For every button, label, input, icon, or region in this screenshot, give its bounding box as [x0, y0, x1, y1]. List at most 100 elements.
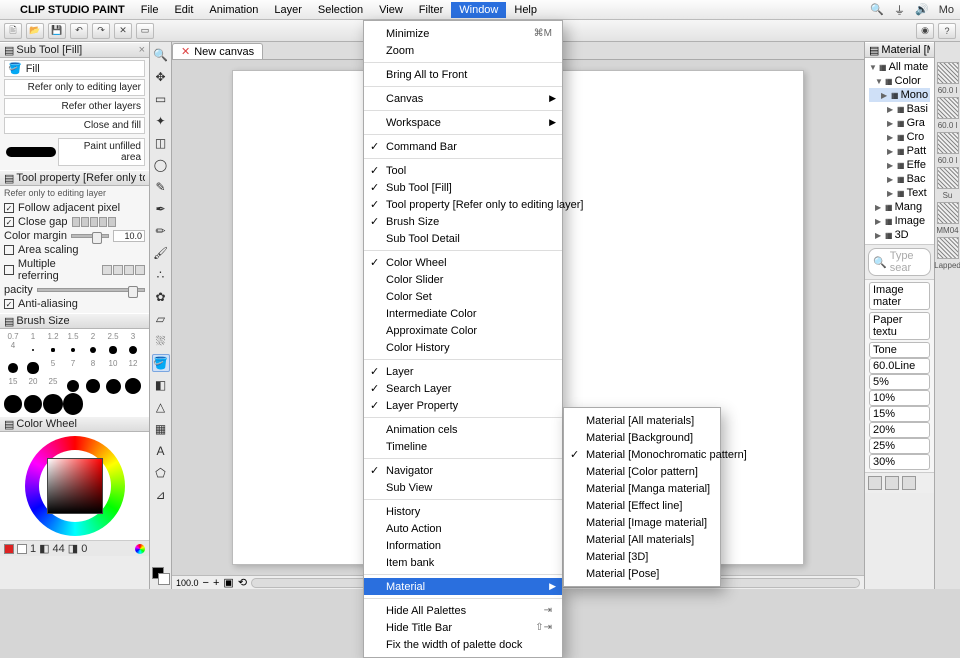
brush-size-cell[interactable] — [123, 377, 143, 395]
material-thumb[interactable] — [937, 97, 959, 119]
palette-icon[interactable]: ◨ — [68, 542, 78, 555]
tool-eraser-icon[interactable]: ▱ — [152, 310, 170, 328]
fill-option[interactable]: Refer other layers — [4, 98, 145, 115]
menu-item[interactable]: Material [3D] — [564, 548, 720, 565]
menu-item[interactable]: Material [Background] — [564, 429, 720, 446]
spotlight-icon[interactable]: 🔍 — [870, 3, 884, 16]
tag-chip[interactable]: Paper textu — [869, 312, 930, 340]
menubar-item-view[interactable]: View — [371, 2, 411, 18]
material-thumb[interactable] — [937, 167, 959, 189]
menu-item[interactable]: Color History — [364, 339, 562, 356]
menu-item[interactable]: Approximate Color — [364, 322, 562, 339]
brush-size-cell[interactable] — [123, 341, 143, 359]
tree-item[interactable]: ▶▦Image — [869, 214, 930, 228]
tree-item[interactable]: ▶▦Cro — [869, 130, 930, 144]
tb-help-icon[interactable]: ? — [938, 23, 956, 39]
tb-erase-icon[interactable]: ✕ — [114, 23, 132, 39]
tool-blend-icon[interactable]: ⛆ — [152, 332, 170, 350]
menu-item[interactable]: ✓Search Layer — [364, 380, 562, 397]
brush-size-cell[interactable] — [23, 341, 43, 359]
slider[interactable] — [71, 234, 109, 238]
material-thumb[interactable] — [937, 132, 959, 154]
menu-item[interactable]: Bring All to Front — [364, 66, 562, 83]
slider[interactable] — [37, 288, 145, 292]
tool-marquee-icon[interactable]: ◫ — [152, 134, 170, 152]
brush-size-grid[interactable]: 0.711.21.522.5345781012152025 — [0, 329, 149, 416]
tree-item[interactable]: ▶▦Gra — [869, 116, 930, 130]
checkbox[interactable] — [4, 245, 14, 255]
zoom-value[interactable]: 100.0 — [176, 578, 199, 588]
menu-icon[interactable]: ▤ — [4, 172, 14, 185]
menu-item[interactable]: Material [All materials] — [564, 531, 720, 548]
tool-frame-icon[interactable]: ▦ — [152, 420, 170, 438]
menu-item[interactable]: Color Slider — [364, 271, 562, 288]
volume-icon[interactable]: 🔊 — [915, 3, 929, 16]
disclosure-icon[interactable]: ▶ — [887, 105, 895, 114]
fg-bg-swatch[interactable] — [152, 567, 170, 585]
menu-icon[interactable]: ▤ — [869, 44, 879, 57]
menu-item[interactable]: ✓Brush Size — [364, 213, 562, 230]
tool-operation-icon[interactable]: ▭ — [152, 90, 170, 108]
menu-item[interactable]: Hide Title Bar⇧⇥ — [364, 619, 562, 636]
material-thumb[interactable] — [937, 62, 959, 84]
menubar-app[interactable]: CLIP STUDIO PAINT — [12, 2, 133, 18]
disclosure-icon[interactable]: ▶ — [887, 119, 895, 128]
zoom-out-icon[interactable]: − — [203, 577, 209, 589]
brush-size-cell[interactable] — [63, 341, 83, 359]
disclosure-icon[interactable]: ▼ — [875, 77, 883, 86]
wifi-icon[interactable]: ⏚ — [894, 2, 905, 18]
color-wheel[interactable] — [25, 436, 125, 536]
tool-eyedropper-icon[interactable]: ✎ — [152, 178, 170, 196]
checkbox[interactable] — [4, 265, 14, 275]
tool-deco-icon[interactable]: ✿ — [152, 288, 170, 306]
close-icon[interactable]: × — [139, 44, 145, 56]
tool-balloon-icon[interactable]: ⬠ — [152, 464, 170, 482]
disclosure-icon[interactable]: ▶ — [881, 91, 889, 100]
brush-size-cell[interactable] — [103, 341, 123, 359]
hue-ring-icon[interactable] — [135, 544, 145, 554]
menu-item[interactable]: ✓Tool property [Refer only to editing la… — [364, 196, 562, 213]
brush-size-cell[interactable] — [43, 341, 63, 359]
disclosure-icon[interactable]: ▶ — [887, 133, 895, 142]
menu-icon[interactable]: ▤ — [4, 44, 14, 57]
menu-item[interactable]: Item bank — [364, 554, 562, 571]
menu-item[interactable]: Sub Tool Detail — [364, 230, 562, 247]
tool-brush-icon[interactable]: 🖌 — [152, 244, 170, 262]
subtool-panel-header[interactable]: ▤ Sub Tool [Fill] × — [0, 42, 149, 58]
menu-item[interactable]: Material [Manga material] — [564, 480, 720, 497]
colorwheel-panel-header[interactable]: ▤ Color Wheel — [0, 416, 149, 432]
menu-item[interactable]: ✓Command Bar — [364, 138, 562, 155]
brushsize-panel-header[interactable]: ▤ Brush Size — [0, 313, 149, 329]
disclosure-icon[interactable]: ▶ — [887, 147, 895, 156]
brush-size-cell[interactable] — [63, 395, 83, 413]
tb-redo-icon[interactable]: ↷ — [92, 23, 110, 39]
menu-item[interactable]: ✓Color Wheel — [364, 254, 562, 271]
menubar-item-layer[interactable]: Layer — [266, 2, 310, 18]
window-menu[interactable]: Minimize⌘MZoomBring All to FrontCanvas▶W… — [363, 20, 563, 658]
fill-option[interactable]: Refer only to editing layer — [4, 79, 145, 96]
swatch-icon[interactable] — [17, 544, 27, 554]
disclosure-icon[interactable]: ▶ — [887, 189, 895, 198]
brush-size-cell[interactable] — [23, 359, 43, 377]
menubar-item-help[interactable]: Help — [506, 2, 545, 18]
tree-item[interactable]: ▶▦Mono — [869, 88, 930, 102]
menu-item[interactable]: ✓Tool — [364, 162, 562, 179]
menubar-item-edit[interactable]: Edit — [166, 2, 201, 18]
tag-chip[interactable]: 60.0Line — [869, 358, 930, 374]
menu-item[interactable]: Information — [364, 537, 562, 554]
tool-pencil-icon[interactable]: ✏ — [152, 222, 170, 240]
menu-icon[interactable]: ▤ — [4, 418, 14, 431]
menu-item[interactable]: Color Set — [364, 288, 562, 305]
tag-chip[interactable]: 30% — [869, 454, 930, 470]
grid-large-icon[interactable] — [902, 476, 916, 490]
tag-chip[interactable]: Tone — [869, 342, 930, 358]
menu-item[interactable]: Zoom — [364, 42, 562, 59]
disclosure-icon[interactable]: ▶ — [875, 217, 883, 226]
menu-item[interactable]: Minimize⌘M — [364, 25, 562, 42]
brush-size-cell[interactable] — [83, 377, 103, 395]
menu-icon[interactable]: ▤ — [4, 315, 14, 328]
tool-correct-icon[interactable]: ⊿ — [152, 486, 170, 504]
menubar-item-animation[interactable]: Animation — [201, 2, 266, 18]
tool-figure-icon[interactable]: △ — [152, 398, 170, 416]
menu-item[interactable]: Material [Color pattern] — [564, 463, 720, 480]
